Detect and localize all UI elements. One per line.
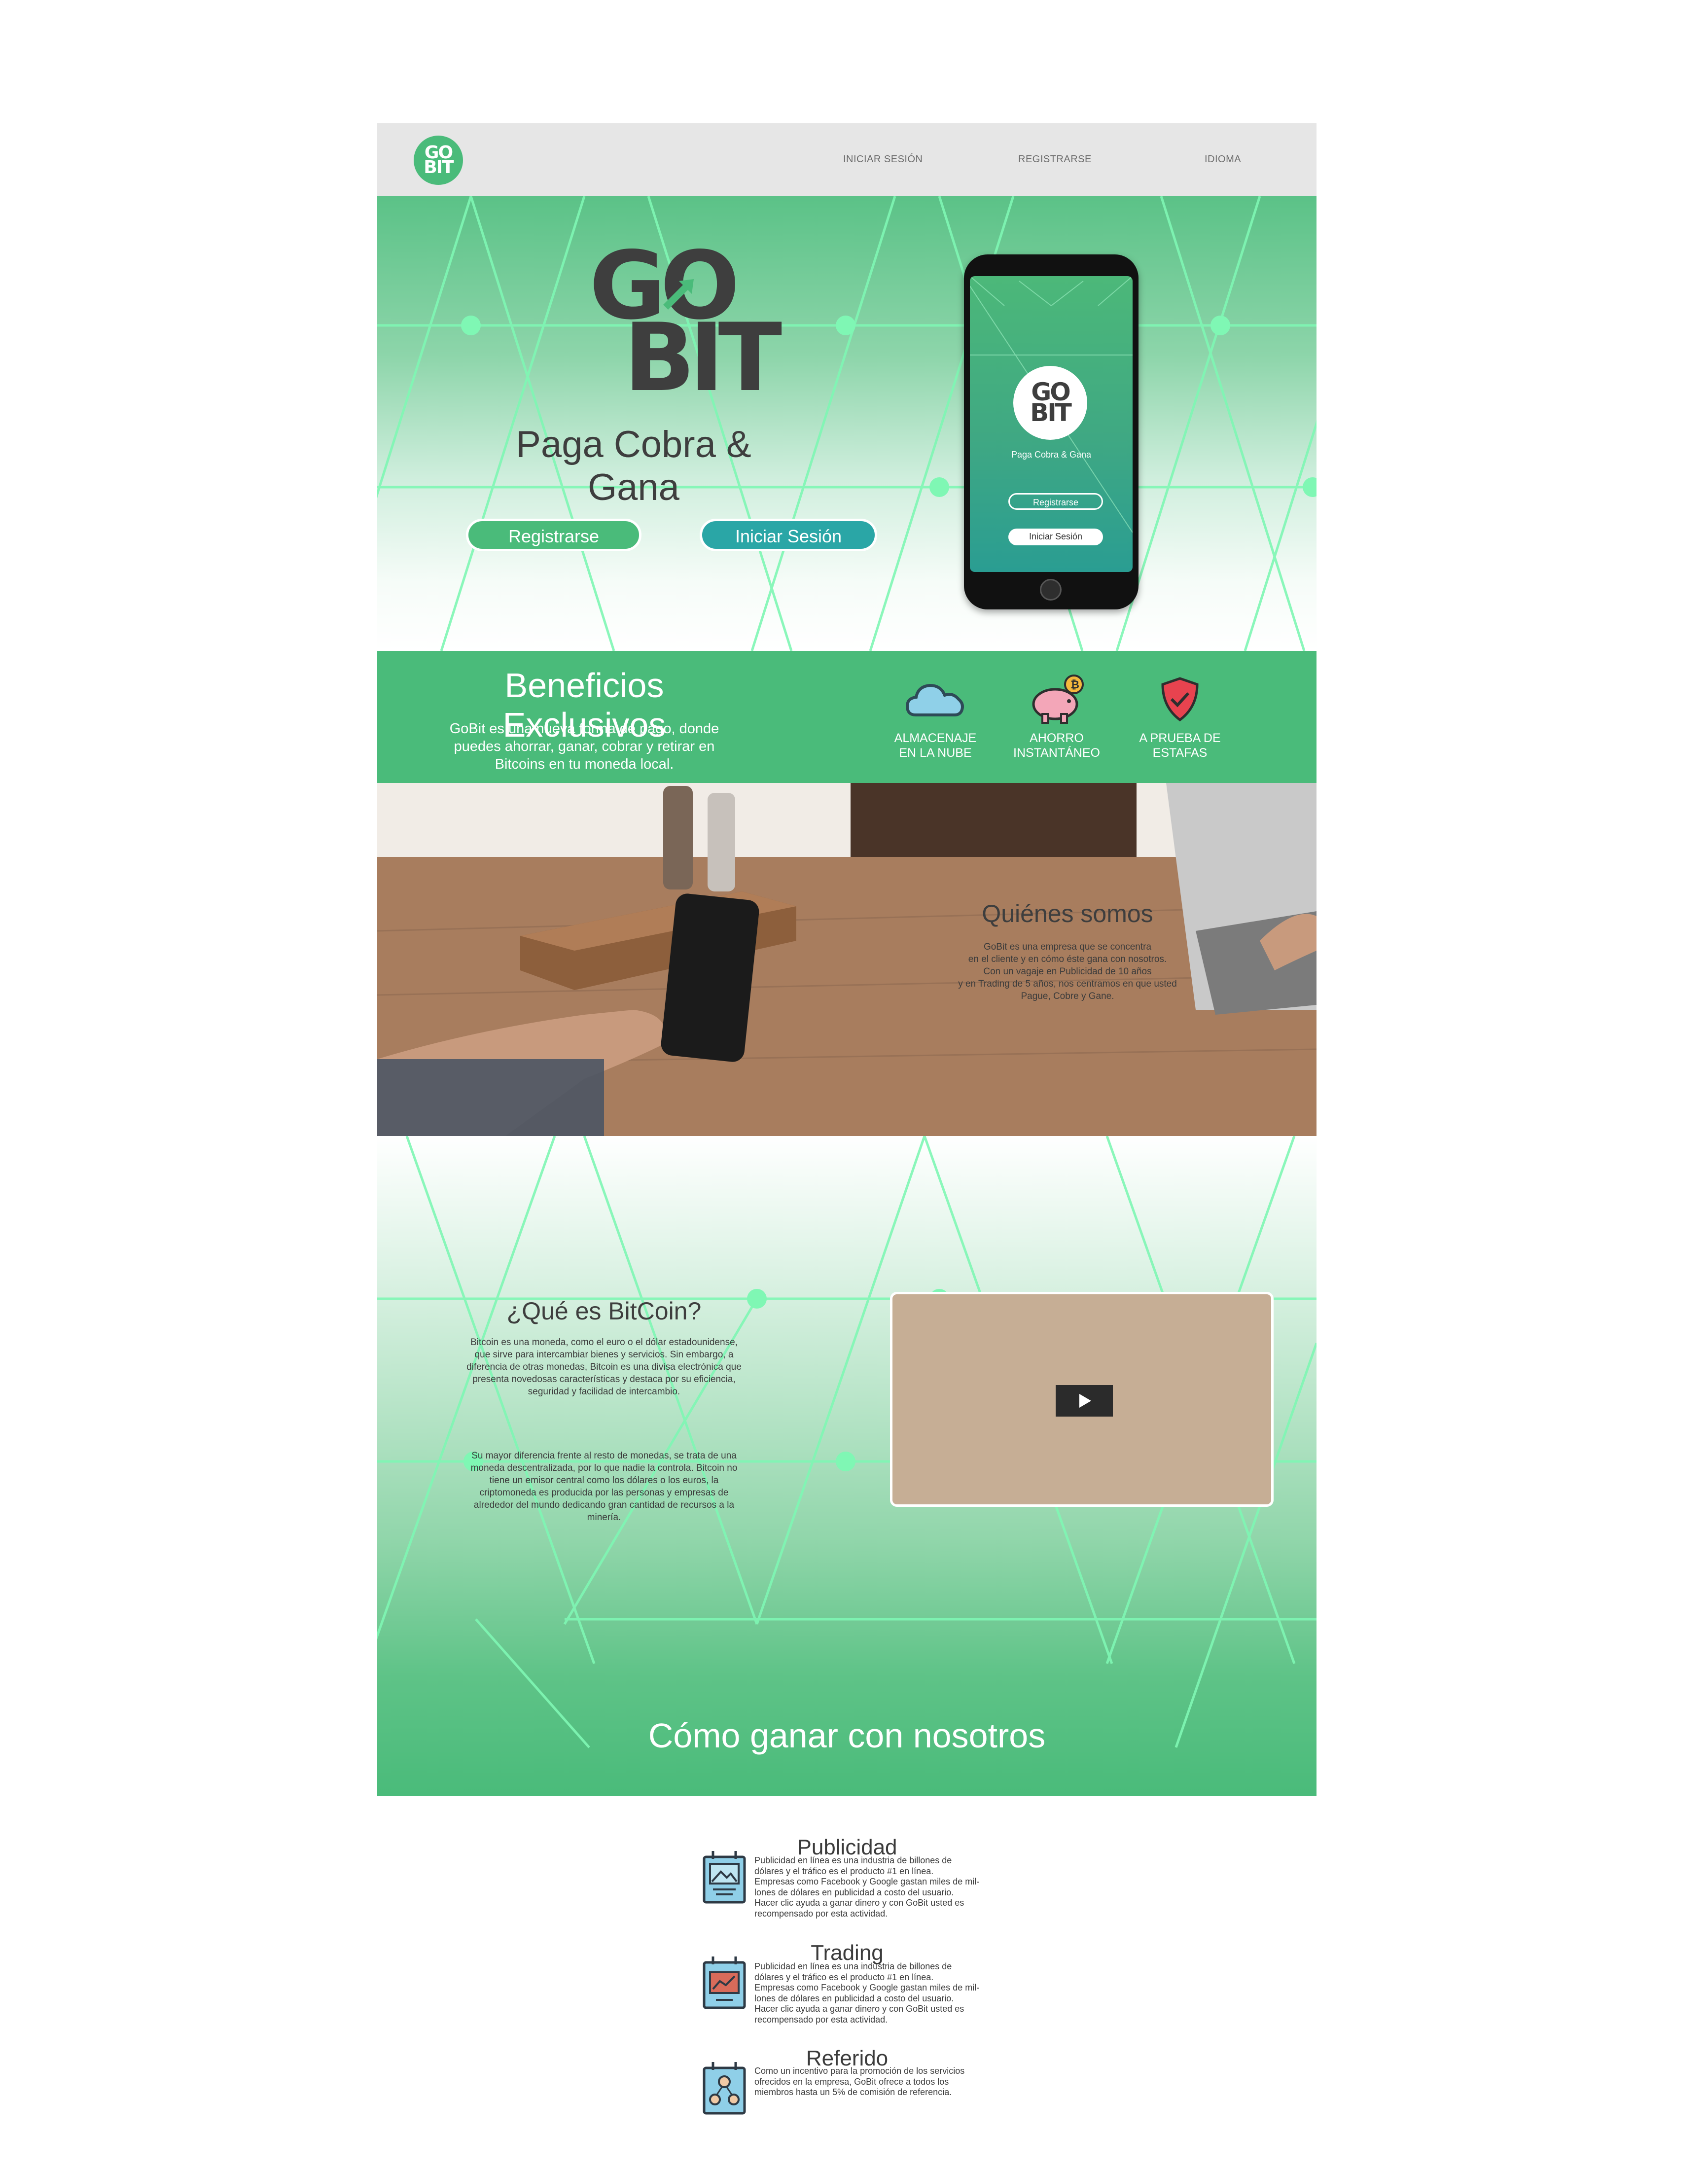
earn-text-line: Hacer clic ayuda a ganar dinero y con Go… bbox=[754, 1898, 964, 1908]
earn-text-line: Hacer clic ayuda a ganar dinero y con Go… bbox=[754, 2004, 964, 2014]
nav-register-link[interactable]: REGISTRARSE bbox=[1018, 154, 1092, 165]
phone-login-button[interactable]: Iniciar Sesión bbox=[1008, 529, 1103, 545]
benefits-section: Beneficios Exclusivos GoBit es una nueva… bbox=[377, 651, 1317, 783]
play-button[interactable] bbox=[1056, 1385, 1113, 1417]
earn-text-line: Empresas como Facebook y Google gastan m… bbox=[754, 1983, 980, 1992]
benefits-description: GoBit es una nueva forma de pago, donde … bbox=[449, 721, 719, 772]
earn-text-line: recompensado por esta actividad. bbox=[754, 2014, 888, 2025]
feature-savings-line2: INSTANTÁNEO bbox=[1013, 746, 1100, 760]
about-line: en el cliente y en cómo éste gana con no… bbox=[968, 954, 1167, 964]
about-line: y en Trading de 5 años, nos centramos en… bbox=[958, 979, 1177, 989]
advertising-board-icon bbox=[703, 1851, 746, 1904]
feature-shield-line2: ESTAFAS bbox=[1152, 746, 1208, 760]
navbar: GO BIT INICIAR SESIÓN REGISTRARSE IDIOMA bbox=[377, 123, 1317, 196]
earn-text-line: Empresas como Facebook y Google gastan m… bbox=[754, 1877, 980, 1886]
bitcoin-paragraph-1: Bitcoin es una moneda, como el euro o el… bbox=[466, 1337, 742, 1397]
nav-language-link[interactable]: IDIOMA bbox=[1205, 154, 1241, 165]
logo-arrow-icon bbox=[663, 279, 694, 310]
phone-logo-bit: BIT bbox=[1030, 398, 1072, 427]
referral-board-icon bbox=[703, 2062, 746, 2115]
earn-item-text-referral: Como un incentivo para la promoción de l… bbox=[754, 2066, 1011, 2098]
earn-text-line: Publicidad en línea es una industria de … bbox=[754, 1961, 952, 1971]
phone-screen: GO BIT Paga Cobra & Gana Registrarse Ini… bbox=[970, 276, 1133, 572]
play-icon bbox=[1079, 1394, 1091, 1408]
feature-cloud-storage: ALMACENAJE EN LA NUBE bbox=[876, 675, 995, 760]
video-player[interactable] bbox=[890, 1292, 1274, 1507]
hero-register-button[interactable]: Registrarse bbox=[466, 519, 641, 551]
earn-text-line: Como un incentivo para la promoción de l… bbox=[754, 2066, 965, 2076]
feature-shield-line1: A PRUEBA DE bbox=[1139, 731, 1221, 745]
feature-instant-savings: ₿ AHORRO INSTANTÁNEO bbox=[997, 675, 1116, 760]
nav-login-link[interactable]: INICIAR SESIÓN bbox=[843, 154, 923, 165]
bitcoin-section: ¿Qué es BitCoin? Bitcoin es una moneda, … bbox=[377, 1136, 1317, 1796]
earn-text-line: Publicidad en línea es una industria de … bbox=[754, 1855, 952, 1865]
trading-board-icon bbox=[703, 1956, 746, 2009]
earn-item-text-advertising: Publicidad en línea es una industria de … bbox=[754, 1855, 1011, 1919]
feature-savings-line1: AHORRO bbox=[1030, 731, 1084, 745]
earn-text-line: miembros hasta un 5% de comisión de refe… bbox=[754, 2087, 952, 2097]
logo-text-bit: BIT bbox=[424, 157, 454, 178]
earn-item-text-trading: Publicidad en línea es una industria de … bbox=[754, 1961, 1011, 2025]
phone-tagline: Paga Cobra & Gana bbox=[1011, 450, 1092, 460]
hero-tagline: Paga Cobra & Gana bbox=[516, 424, 751, 508]
about-line: Con un vagaje en Publicidad de 10 años bbox=[983, 966, 1152, 977]
feature-scam-proof: A PRUEBA DE ESTAFAS bbox=[1121, 675, 1239, 760]
shield-icon bbox=[1161, 677, 1199, 722]
hero-section: GO BIT Paga Cobra & Gana Registrarse Ini… bbox=[377, 196, 1317, 651]
earn-section-title: Cómo ganar con nosotros bbox=[648, 1716, 1046, 1755]
gobit-logo[interactable]: GO BIT bbox=[414, 136, 463, 185]
svg-text:₿: ₿ bbox=[1070, 679, 1079, 691]
about-section: Quiénes somos GoBit es una empresa que s… bbox=[377, 783, 1317, 1136]
earn-text-line: recompensado por esta actividad. bbox=[754, 1908, 888, 1919]
about-line: Pague, Cobre y Gane. bbox=[1021, 991, 1114, 1001]
about-line: GoBit es una empresa que se concentra bbox=[983, 942, 1152, 952]
piggy-bank-icon: ₿ bbox=[1032, 675, 1084, 724]
earn-text-line: lones de dólares en publicidad a costo d… bbox=[754, 1887, 954, 1897]
earn-text-line: dólares y el tráfico es el producto #1 e… bbox=[754, 1972, 934, 1982]
cloud-icon bbox=[905, 683, 964, 716]
feature-cloud-line2: EN LA NUBE bbox=[899, 746, 972, 760]
earn-text-line: ofrecidos en la empresa, GoBit ofrece a … bbox=[754, 2076, 949, 2087]
feature-cloud-line1: ALMACENAJE bbox=[894, 731, 977, 745]
hero-login-button[interactable]: Iniciar Sesión bbox=[700, 519, 877, 551]
phone-register-button[interactable]: Registrarse bbox=[1008, 493, 1103, 510]
phone-mockup: GO BIT Paga Cobra & Gana Registrarse Ini… bbox=[964, 254, 1139, 609]
earn-text-line: dólares y el tráfico es el producto #1 e… bbox=[754, 1866, 934, 1876]
phone-home-button bbox=[1040, 579, 1062, 601]
earn-text-line: lones de dólares en publicidad a costo d… bbox=[754, 1993, 954, 2003]
about-title: Quiénes somos bbox=[982, 900, 1153, 927]
phone-logo: GO BIT bbox=[1013, 366, 1087, 440]
bitcoin-title: ¿Qué es BitCoin? bbox=[506, 1297, 702, 1325]
about-description: GoBit es una empresa que se concentra en… bbox=[954, 941, 1181, 1002]
hero-logo-bit: BIT bbox=[624, 303, 782, 412]
bitcoin-paragraph-2: Su mayor diferencia frente al resto de m… bbox=[470, 1451, 738, 1523]
